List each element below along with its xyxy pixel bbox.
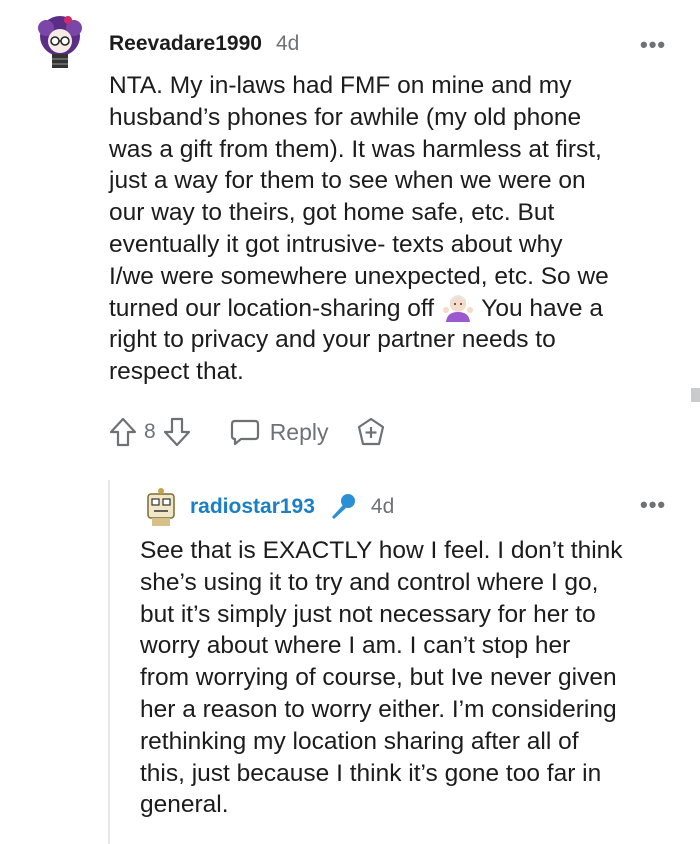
comment-body: NTA. My in-laws had FMF on mine and my h… <box>109 70 609 388</box>
timestamp: 4d <box>275 32 300 55</box>
reply-label: Reply <box>269 418 329 445</box>
award-button[interactable] <box>355 416 387 448</box>
comment-line: our way to theirs, got home safe, etc. B… <box>109 199 555 227</box>
reply-line: from worrying of course, but Ive never g… <box>140 664 617 692</box>
reply-line: but it’s simply just not necessary for h… <box>140 600 596 628</box>
reply-line: this, just because I think it’s gone too… <box>140 759 602 787</box>
comment-line: NTA. My in-laws had FMF on mine and my <box>109 72 572 99</box>
reply-body: See that is EXACTLY how I feel. I don’t … <box>140 535 623 821</box>
vote-count: 8 <box>144 420 156 443</box>
award-icon <box>357 417 384 446</box>
comment-actions: 8 Reply <box>108 416 387 448</box>
reply-line: general. <box>140 791 229 819</box>
avatar[interactable] <box>140 488 182 528</box>
comment-line: eventually it got intrusive- texts about… <box>109 230 563 258</box>
reply-line: rethinking my location sharing after all… <box>140 727 579 755</box>
timestamp: 4d <box>370 495 395 518</box>
chat-bubble-icon <box>230 419 259 446</box>
reply-line: worry about where I am. I can’t stop her <box>140 632 571 660</box>
avatar[interactable] <box>32 14 88 72</box>
comment-line-with-emoji: turned our location-sharing off You have… <box>109 293 609 325</box>
comment-line: You have a <box>481 294 603 322</box>
avatar-image <box>147 488 175 526</box>
comment-line: just a way for them to see when we were … <box>109 167 586 195</box>
scrollbar-thumb[interactable] <box>691 388 700 402</box>
reply-line: her a reason to worry either. I’m consid… <box>140 695 617 723</box>
reply-line: she’s using it to try and control where … <box>140 568 599 596</box>
microphone-icon <box>331 494 355 519</box>
username[interactable]: Reevadare1990 <box>109 32 262 56</box>
comment-line: I/we were somewhere unexpected, etc. So … <box>109 262 609 290</box>
upvote-icon[interactable] <box>108 416 138 448</box>
comment-line: right to privacy and your partner needs … <box>109 326 556 354</box>
reply-button[interactable]: Reply <box>230 418 329 446</box>
more-options-button[interactable]: ••• <box>640 494 666 516</box>
username[interactable]: radiostar193 <box>190 495 315 519</box>
woman-shrugging-emoji <box>442 294 473 322</box>
downvote-icon[interactable] <box>162 416 192 448</box>
thread-line[interactable] <box>108 480 110 844</box>
comment-line: husband’s phones for awhile (my old phon… <box>109 103 582 131</box>
comment-line: respect that. <box>109 358 244 386</box>
reply-line: See that is EXACTLY how I feel. I don’t … <box>140 537 623 564</box>
comment-line: turned our location-sharing off <box>109 294 435 322</box>
reply-meta: radiostar193 4d <box>190 492 394 522</box>
comment-meta: Reevadare1990 4d <box>109 32 299 56</box>
more-options-button[interactable]: ••• <box>640 34 666 56</box>
comment-line: was a gift from them). It was harmless a… <box>109 135 602 163</box>
avatar-image <box>38 16 82 68</box>
